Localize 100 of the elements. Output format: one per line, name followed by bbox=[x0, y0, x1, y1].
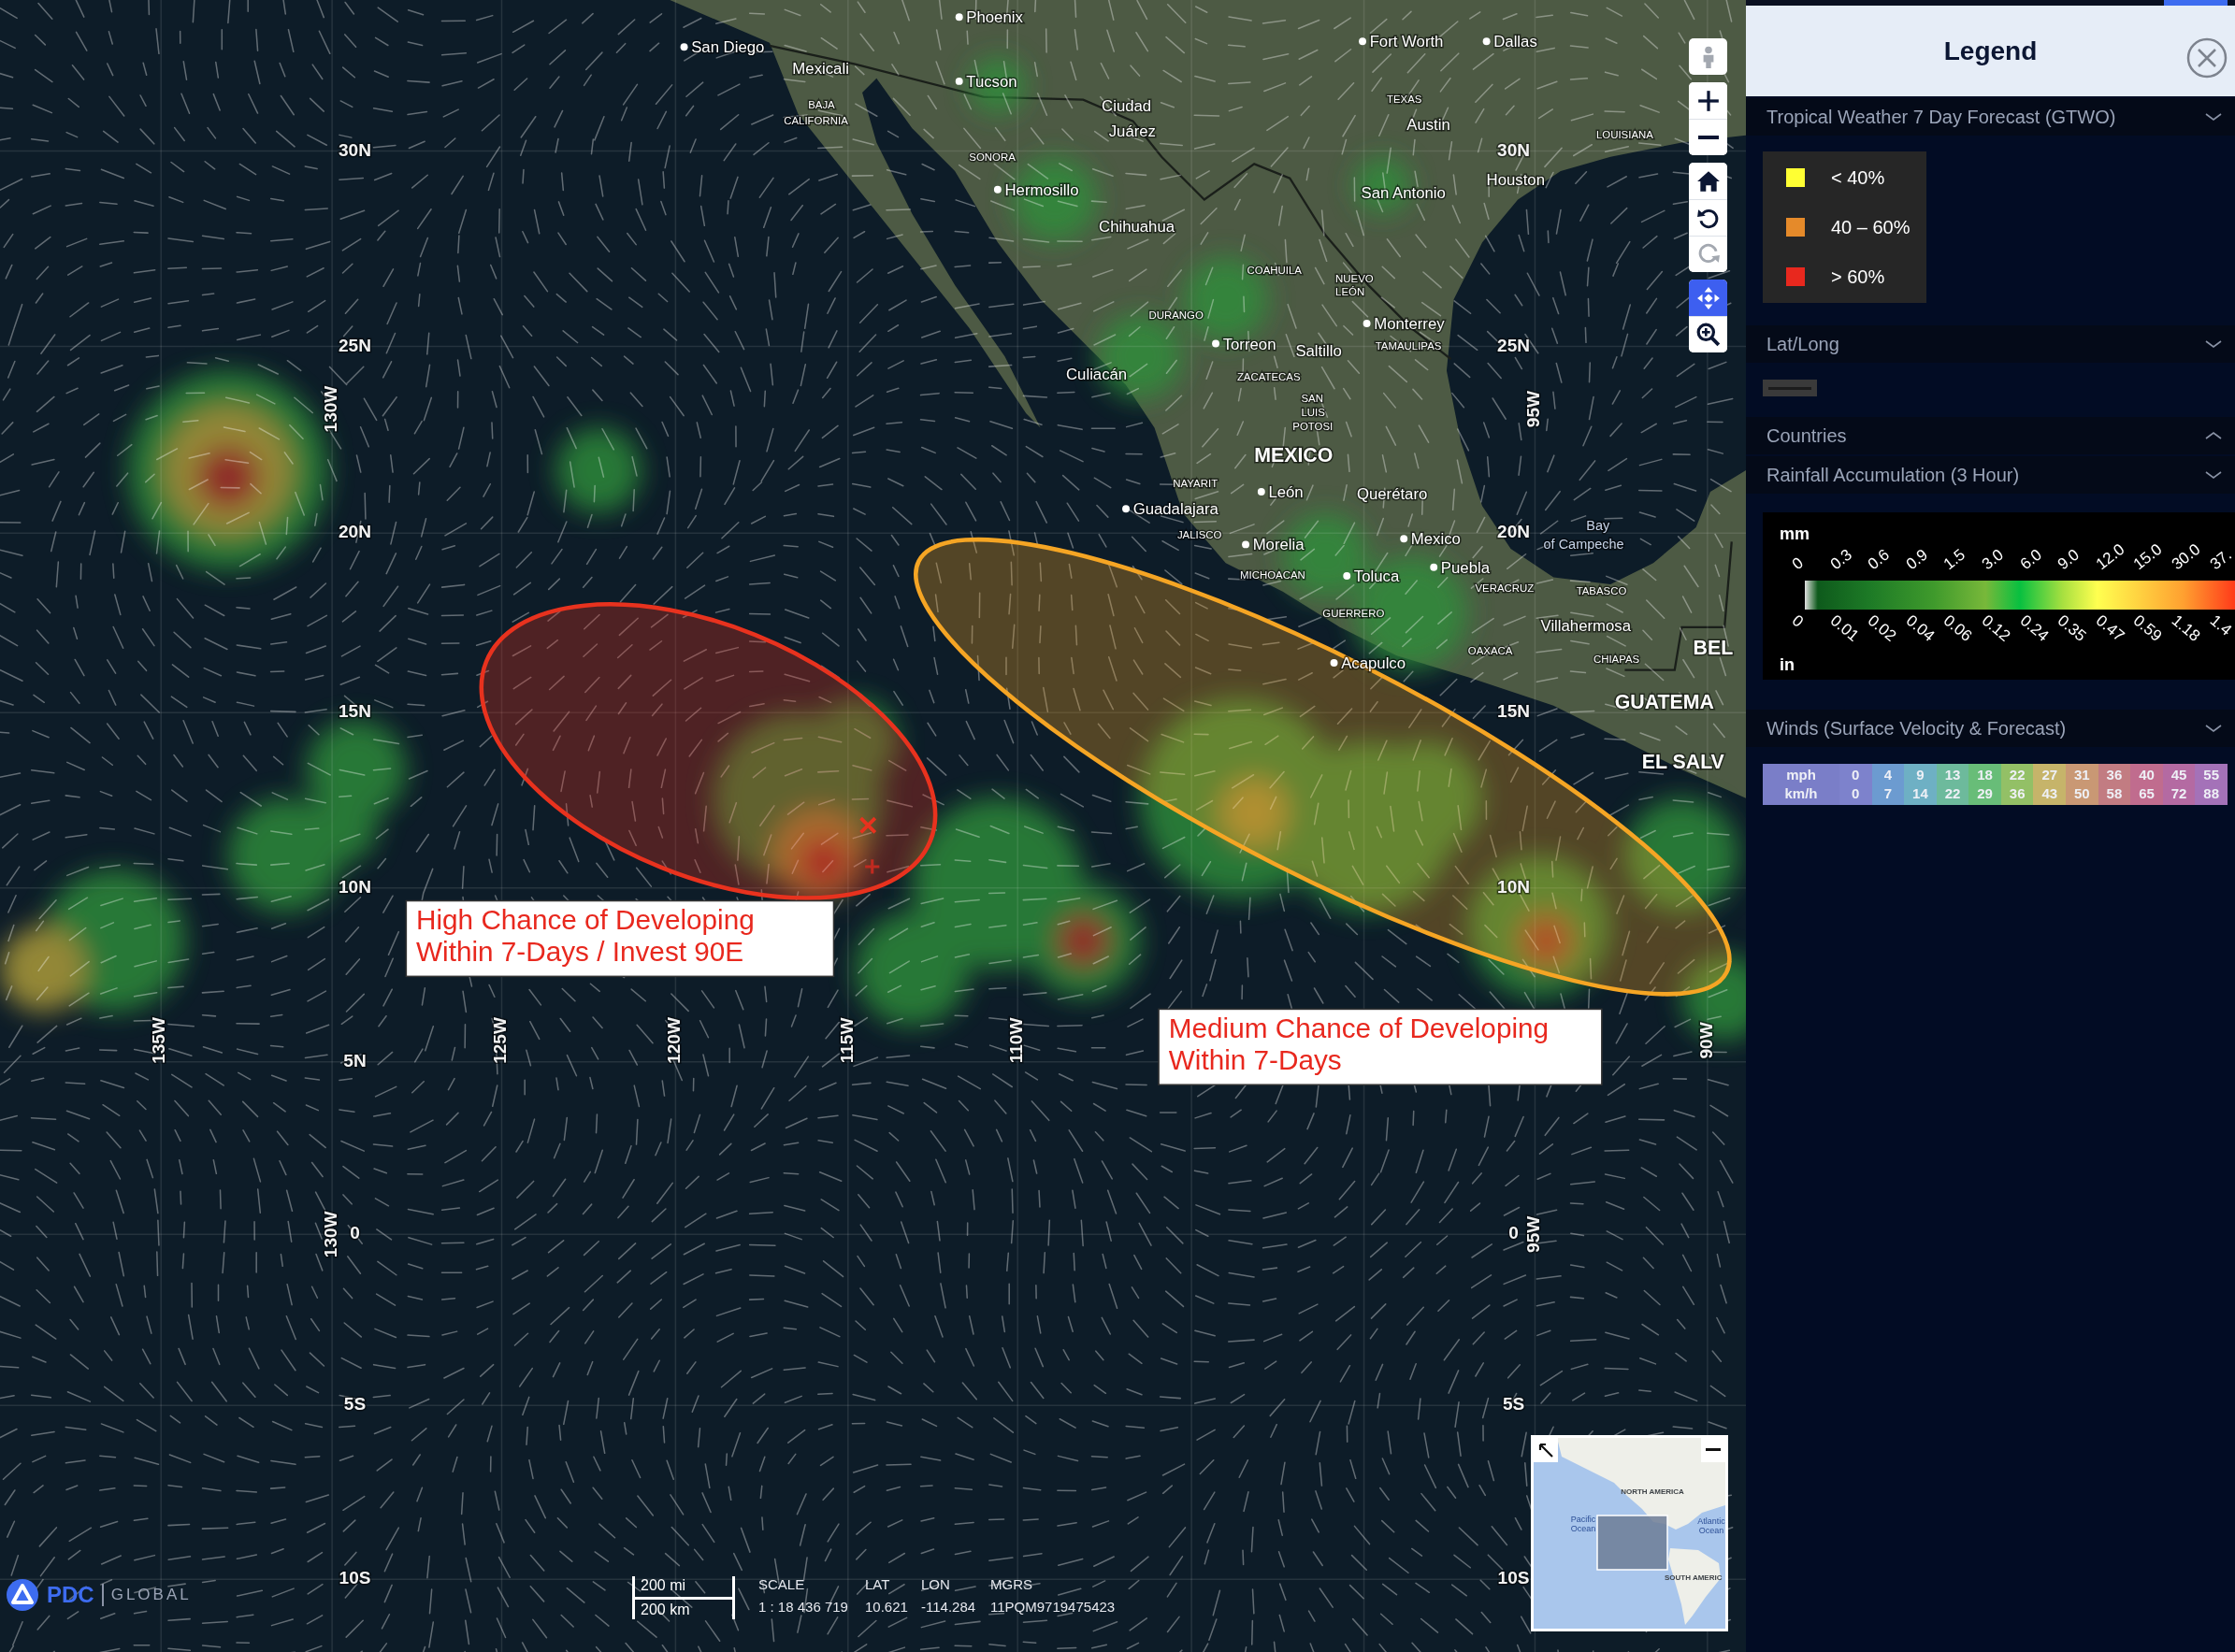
outlook-area[interactable] bbox=[479, 602, 938, 900]
longitude-label: 90W bbox=[1695, 1022, 1716, 1059]
continent-label: SOUTH AMERIC bbox=[1665, 1573, 1723, 1582]
town-label: Juárez bbox=[1108, 122, 1156, 141]
tick-label: 1.5 bbox=[1940, 545, 1969, 574]
section-title: Lat/Long bbox=[1766, 333, 1839, 356]
town-label: Houston bbox=[1486, 171, 1545, 190]
speed-value: 9 bbox=[1916, 766, 1925, 784]
longitude-label: 135W bbox=[148, 1017, 168, 1064]
minus-icon bbox=[1706, 1448, 1721, 1452]
region-label: SAN bbox=[1301, 392, 1323, 404]
region-label: TEXAS bbox=[1386, 93, 1422, 105]
tick-label: 15.0 bbox=[2130, 539, 2167, 574]
speed-value: 88 bbox=[2203, 784, 2219, 803]
move-arrows-icon bbox=[1695, 285, 1721, 310]
country-label: GUATEMA bbox=[1614, 690, 1714, 713]
chevron-down-icon bbox=[2205, 112, 2222, 122]
latitude-label: 20N bbox=[1497, 522, 1531, 542]
town-label: Querétaro bbox=[1356, 484, 1428, 503]
swatch-label: 40 – 60% bbox=[1831, 218, 1911, 237]
section-header[interactable]: Tropical Weather 7 Day Forecast (GTWO) bbox=[1746, 98, 2235, 136]
speed-value: 72 bbox=[2170, 784, 2187, 803]
readout-value: 1 : 18 436 719 bbox=[758, 1599, 849, 1616]
latitude-label: 5S bbox=[1502, 1394, 1525, 1415]
swatch-label: < 40% bbox=[1831, 168, 1885, 187]
storm-marker-icon bbox=[858, 816, 877, 835]
plus-icon bbox=[1695, 88, 1721, 113]
longitude-label: 130W bbox=[321, 1211, 341, 1258]
overview-map[interactable]: NORTH AMERICA Pacific Ocean Atlantic Ocean SOUTH AMERIC bbox=[1531, 1435, 1728, 1631]
rain-cell bbox=[798, 836, 850, 888]
tick-label: 0.12 bbox=[1978, 611, 2014, 646]
crosshair-icon bbox=[863, 857, 881, 876]
tick-label: 0 bbox=[1788, 611, 1808, 632]
city-label: Tucson bbox=[955, 73, 1017, 91]
readout-label: LAT bbox=[865, 1576, 891, 1593]
speed-value: 7 bbox=[1883, 784, 1893, 803]
viewport-rect[interactable] bbox=[1596, 1515, 1668, 1571]
expand-button[interactable] bbox=[1534, 1438, 1558, 1462]
speed-value: 36 bbox=[2106, 766, 2123, 784]
latitude-label: 30N bbox=[1497, 139, 1531, 160]
callout-label: High Chance of Developing Within 7-Days / Invest 90E bbox=[405, 899, 835, 978]
tick-label: 0.3 bbox=[1826, 545, 1856, 574]
tick-label: 9.0 bbox=[2054, 545, 2084, 574]
section-header[interactable]: Countries bbox=[1746, 417, 2235, 454]
minimize-button[interactable] bbox=[1701, 1438, 1725, 1462]
continent-label: NORTH AMERICA bbox=[1621, 1487, 1684, 1496]
city-label: Phoenix bbox=[955, 8, 1023, 27]
latitude-label: 25N bbox=[1497, 335, 1531, 355]
readout-label: MGRS bbox=[990, 1576, 1033, 1593]
unit-label: mm bbox=[1780, 524, 1810, 545]
pan-button[interactable] bbox=[1689, 280, 1727, 316]
minus-icon bbox=[1697, 136, 1719, 139]
speed-value: 65 bbox=[2139, 784, 2155, 803]
latitude-label: 10N bbox=[1497, 876, 1531, 897]
chevron-down-icon bbox=[2205, 470, 2222, 480]
latitude-label: 10S bbox=[339, 1568, 371, 1588]
tick-label: 37. bbox=[2206, 545, 2235, 574]
rain-cell bbox=[1057, 914, 1109, 967]
speed-value: 43 bbox=[2041, 784, 2058, 803]
speed-value: 55 bbox=[2203, 766, 2219, 784]
zoom-box-button[interactable] bbox=[1689, 316, 1727, 352]
city-label: San Diego bbox=[680, 38, 765, 57]
speed-value: 4 bbox=[1883, 766, 1893, 784]
row-label: km/h bbox=[1784, 784, 1818, 803]
city-label: Fort Worth bbox=[1359, 33, 1444, 51]
readout-value: 10.621 bbox=[865, 1599, 909, 1616]
longitude-label: 120W bbox=[664, 1017, 685, 1064]
section-header[interactable]: Lat/Long bbox=[1746, 325, 2235, 363]
zoom-out-button[interactable] bbox=[1689, 119, 1727, 155]
section-header[interactable]: Winds (Surface Velocity & Forecast) bbox=[1746, 710, 2235, 747]
tick-label: 3.0 bbox=[1978, 545, 2008, 574]
longitude-label: 130W bbox=[321, 385, 341, 433]
speed-value: 18 bbox=[1977, 766, 1993, 784]
rain-cell bbox=[1521, 914, 1573, 967]
longitude-label: 125W bbox=[490, 1017, 511, 1064]
callout-label: Medium Chance of Developing Within 7-Days bbox=[1158, 1008, 1603, 1085]
readout-value: 11PQM9719475423 bbox=[990, 1599, 1117, 1616]
city-label: León bbox=[1257, 483, 1304, 502]
city-label: Torreon bbox=[1212, 335, 1276, 353]
top-accent-bar bbox=[2164, 0, 2228, 6]
speed-value: 14 bbox=[1912, 784, 1928, 803]
tick-label: 0.24 bbox=[2015, 611, 2052, 646]
region-label: LEÓN bbox=[1335, 285, 1365, 297]
region-label: BAJA bbox=[808, 98, 835, 110]
line-swatch bbox=[1763, 380, 1817, 396]
town-label: Ciudad bbox=[1102, 96, 1152, 115]
rain-cell bbox=[1222, 781, 1286, 844]
speed-value: 22 bbox=[2009, 766, 2026, 784]
speed-value: 22 bbox=[1944, 784, 1961, 803]
readout-label: SCALE bbox=[758, 1576, 806, 1593]
ocean-label: Atlantic Ocean bbox=[1697, 1516, 1725, 1535]
legend-title: Legend bbox=[1943, 35, 2038, 67]
row-label: mph bbox=[1786, 766, 1816, 784]
section-header[interactable]: Rainfall Accumulation (3 Hour) bbox=[1746, 456, 2235, 494]
city-label: Hermosillo bbox=[993, 180, 1079, 199]
chevron-up-icon bbox=[2205, 431, 2222, 440]
close-button[interactable] bbox=[2186, 37, 2228, 79]
speed-value: 45 bbox=[2170, 766, 2187, 784]
town-label: Villahermosa bbox=[1540, 617, 1632, 636]
chevron-down-icon bbox=[2205, 724, 2222, 733]
